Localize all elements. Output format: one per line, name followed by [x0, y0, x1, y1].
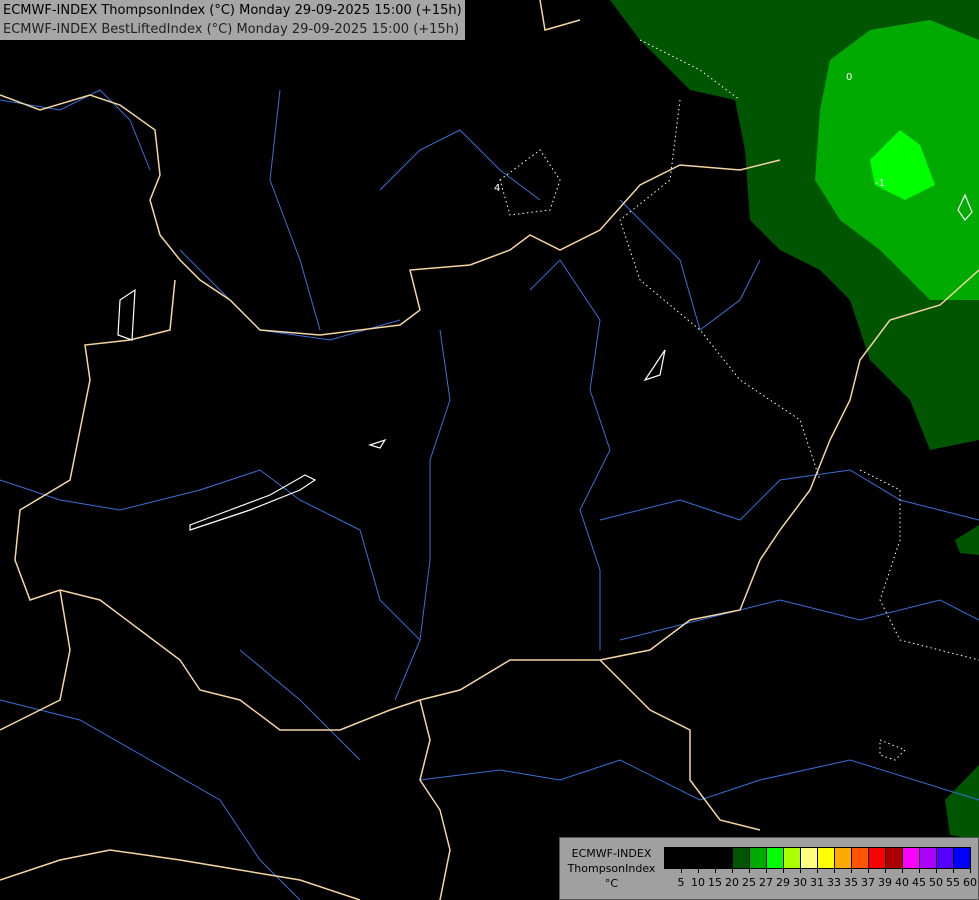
legend-swatch	[801, 848, 818, 868]
legend-tick-label: 30	[793, 876, 807, 889]
legend-swatch	[835, 848, 852, 868]
legend-tick-label: 39	[878, 876, 892, 889]
legend-swatch	[886, 848, 903, 868]
legend-tick-label: 20	[725, 876, 739, 889]
contour-label: 0	[846, 72, 852, 83]
shading-dark-green-se	[945, 525, 979, 840]
legend-tick-label: 15	[708, 876, 722, 889]
legend-tick-label: 45	[912, 876, 926, 889]
legend-tick	[783, 868, 784, 873]
legend-swatch	[818, 848, 835, 868]
legend-tick-label: 25	[742, 876, 756, 889]
map-canvas[interactable]: 4 0 -1	[0, 0, 979, 900]
header-line-thompson: ECMWF-INDEX ThompsonIndex (°C) Monday 29…	[3, 3, 462, 18]
legend-tick-label: 27	[759, 876, 773, 889]
legend-tick	[800, 868, 801, 873]
legend-swatch	[784, 848, 801, 868]
legend-tick	[681, 868, 682, 873]
legend-title: ECMWF-INDEX ThompsonIndex °C	[564, 846, 659, 891]
legend-tick	[868, 868, 869, 873]
legend-color-bar	[664, 847, 971, 869]
legend-tick	[715, 868, 716, 873]
legend-swatch	[903, 848, 920, 868]
legend-tick	[919, 868, 920, 873]
legend-tick	[970, 868, 971, 873]
legend-tick-label: 50	[929, 876, 943, 889]
legend-tick-label: 31	[810, 876, 824, 889]
map-header: ECMWF-INDEX ThompsonIndex (°C) Monday 29…	[0, 0, 466, 41]
legend-tick-label: 10	[691, 876, 705, 889]
legend-tick	[834, 868, 835, 873]
legend-swatch	[920, 848, 937, 868]
legend-swatch	[937, 848, 954, 868]
legend-tick-label: 35	[844, 876, 858, 889]
legend-swatch	[869, 848, 886, 868]
legend-swatch	[767, 848, 784, 868]
legend-swatch	[733, 848, 750, 868]
legend-unit: °C	[604, 877, 619, 890]
legend-tick	[817, 868, 818, 873]
legend-swatch	[852, 848, 869, 868]
contour-label: -1	[875, 178, 885, 189]
legend-tick	[749, 868, 750, 873]
legend-swatch	[665, 848, 682, 868]
legend-tick-label: 40	[895, 876, 909, 889]
legend-swatch	[699, 848, 716, 868]
legend-model: ECMWF-INDEX	[571, 847, 652, 860]
legend-swatch	[682, 848, 699, 868]
legend-tick-label: 5	[677, 876, 685, 889]
legend-tick-label: 33	[827, 876, 841, 889]
legend-swatch	[954, 848, 970, 868]
legend-tick	[902, 868, 903, 873]
legend-tick	[698, 868, 699, 873]
contour-label: 4	[494, 183, 500, 194]
weather-map-view: 4 0 -1 ECMWF-INDEX ThompsonIndex (°C) Mo…	[0, 0, 979, 900]
legend-tick	[936, 868, 937, 873]
legend-tick-label: 29	[776, 876, 790, 889]
legend-tick-label: 37	[861, 876, 875, 889]
color-legend: ECMWF-INDEX ThompsonIndex °C 5 10 15 20 25 27…	[559, 837, 979, 900]
legend-tick-label: 60	[963, 876, 977, 889]
legend-tick	[885, 868, 886, 873]
header-line-bestlifted: ECMWF-INDEX BestLiftedIndex (°C) Monday …	[3, 22, 460, 37]
legend-tick	[732, 868, 733, 873]
legend-tick	[851, 868, 852, 873]
legend-parameter: ThompsonIndex	[567, 862, 656, 875]
legend-ticks: 5 10 15 20 25 27 29 30 31 33 35 37 39 40 45 50 55 60	[664, 868, 977, 892]
legend-tick	[766, 868, 767, 873]
legend-tick-label: 55	[946, 876, 960, 889]
thompson-index-shading	[610, 0, 979, 840]
legend-swatch	[716, 848, 733, 868]
legend-tick	[953, 868, 954, 873]
legend-swatch	[750, 848, 767, 868]
